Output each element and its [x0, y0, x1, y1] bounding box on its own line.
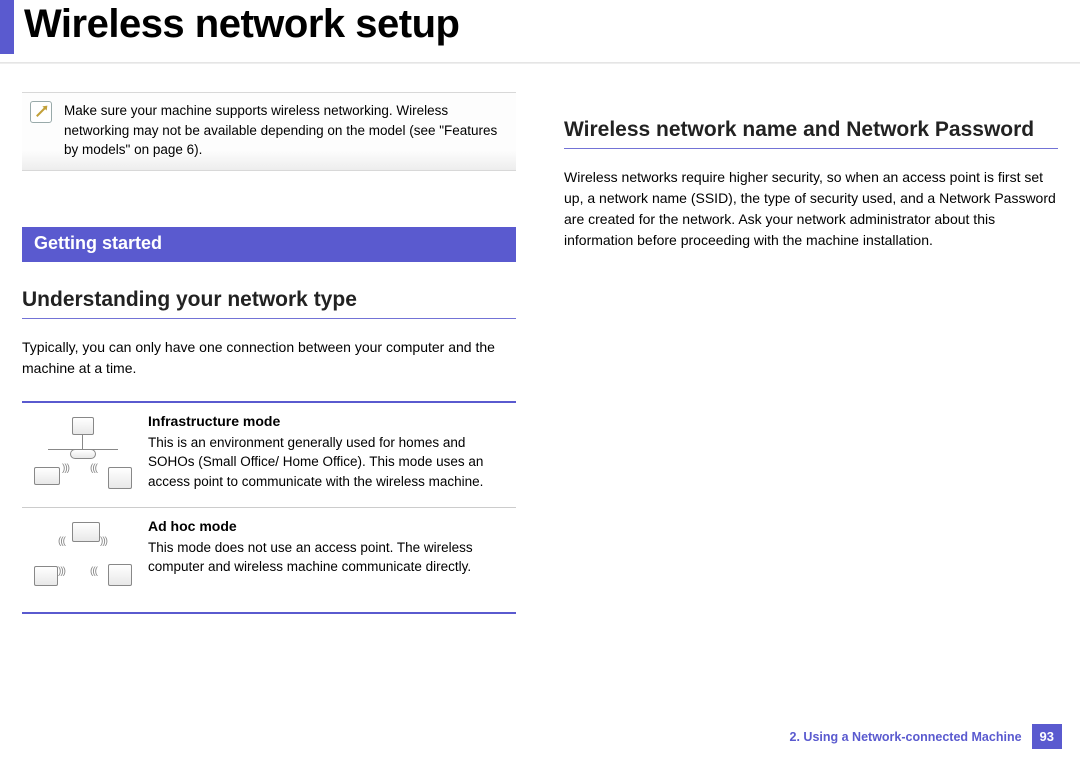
page-footer: 2. Using a Network-connected Machine 93	[790, 724, 1062, 749]
footer-page-number: 93	[1032, 724, 1062, 749]
adhoc-illustration: ((( ))) ))) (((	[28, 518, 138, 602]
left-heading: Understanding your network type	[22, 288, 516, 312]
right-column: Wireless network name and Network Passwo…	[564, 92, 1058, 614]
modes-table: ))) ((( Infrastructure mode This is an e…	[22, 401, 516, 614]
right-body: Wireless networks require higher securit…	[564, 167, 1058, 251]
mode-body: This is an environment generally used fo…	[148, 433, 510, 492]
left-column: Make sure your machine supports wireless…	[22, 92, 516, 614]
left-intro: Typically, you can only have one connect…	[22, 337, 516, 379]
infrastructure-illustration: ))) (((	[28, 413, 138, 497]
mode-body: This mode does not use an access point. …	[148, 538, 510, 577]
note-icon	[30, 101, 52, 123]
section-tab: Getting started	[22, 227, 516, 262]
mode-title: Ad hoc mode	[148, 518, 510, 534]
content-columns: Make sure your machine supports wireless…	[0, 64, 1080, 614]
right-heading: Wireless network name and Network Passwo…	[564, 118, 1058, 142]
mode-title: Infrastructure mode	[148, 413, 510, 429]
note-text: Make sure your machine supports wireless…	[64, 101, 508, 160]
mode-row-adhoc: ((( ))) ))) ((( Ad hoc mode This mode do…	[22, 507, 516, 612]
note-box: Make sure your machine supports wireless…	[22, 92, 516, 171]
footer-chapter: 2. Using a Network-connected Machine	[790, 730, 1022, 744]
left-heading-rule	[22, 318, 516, 319]
title-accent	[0, 0, 14, 54]
page-title: Wireless network setup	[24, 0, 459, 46]
title-bar: Wireless network setup	[0, 0, 1080, 54]
mode-row-infrastructure: ))) ((( Infrastructure mode This is an e…	[22, 403, 516, 507]
right-heading-rule	[564, 148, 1058, 149]
